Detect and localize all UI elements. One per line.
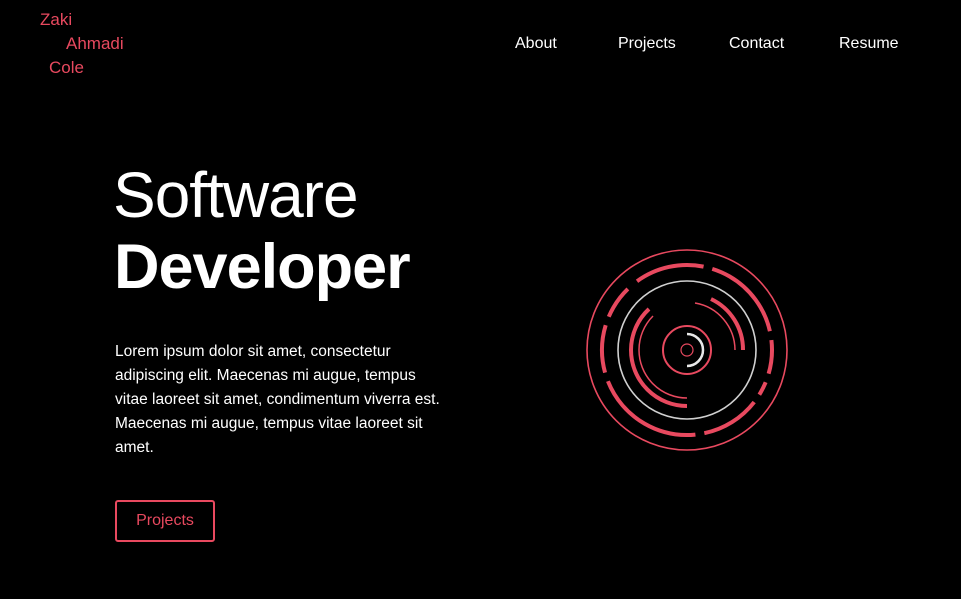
brand-name-last: Cole xyxy=(49,58,84,77)
nav-link-contact[interactable]: Contact xyxy=(729,34,784,54)
dashed-ring xyxy=(600,263,774,437)
landing-page: Zaki Ahmadi Cole About Projects Contact … xyxy=(0,0,961,599)
concentric-rings-icon xyxy=(586,249,788,451)
main-nav: About Projects Contact Resume xyxy=(480,34,950,56)
nav-link-about[interactable]: About xyxy=(515,34,557,54)
core-arc xyxy=(686,332,705,368)
hero-title-bold: Developer xyxy=(114,232,411,302)
nav-link-projects[interactable]: Projects xyxy=(618,34,676,54)
outer-ring xyxy=(586,249,788,451)
brand-name-first: Zaki xyxy=(40,10,73,29)
hero-description: Lorem ipsum dolor sit amet, consectetur … xyxy=(115,343,440,456)
projects-button[interactable]: Projects xyxy=(115,500,215,542)
center-dot xyxy=(680,343,694,357)
hero-title-light: Software xyxy=(113,159,359,231)
brand-logo[interactable]: Zaki Ahmadi Cole xyxy=(40,8,124,80)
nav-link-resume[interactable]: Resume xyxy=(839,34,899,54)
brand-name-middle: Ahmadi xyxy=(66,34,124,53)
